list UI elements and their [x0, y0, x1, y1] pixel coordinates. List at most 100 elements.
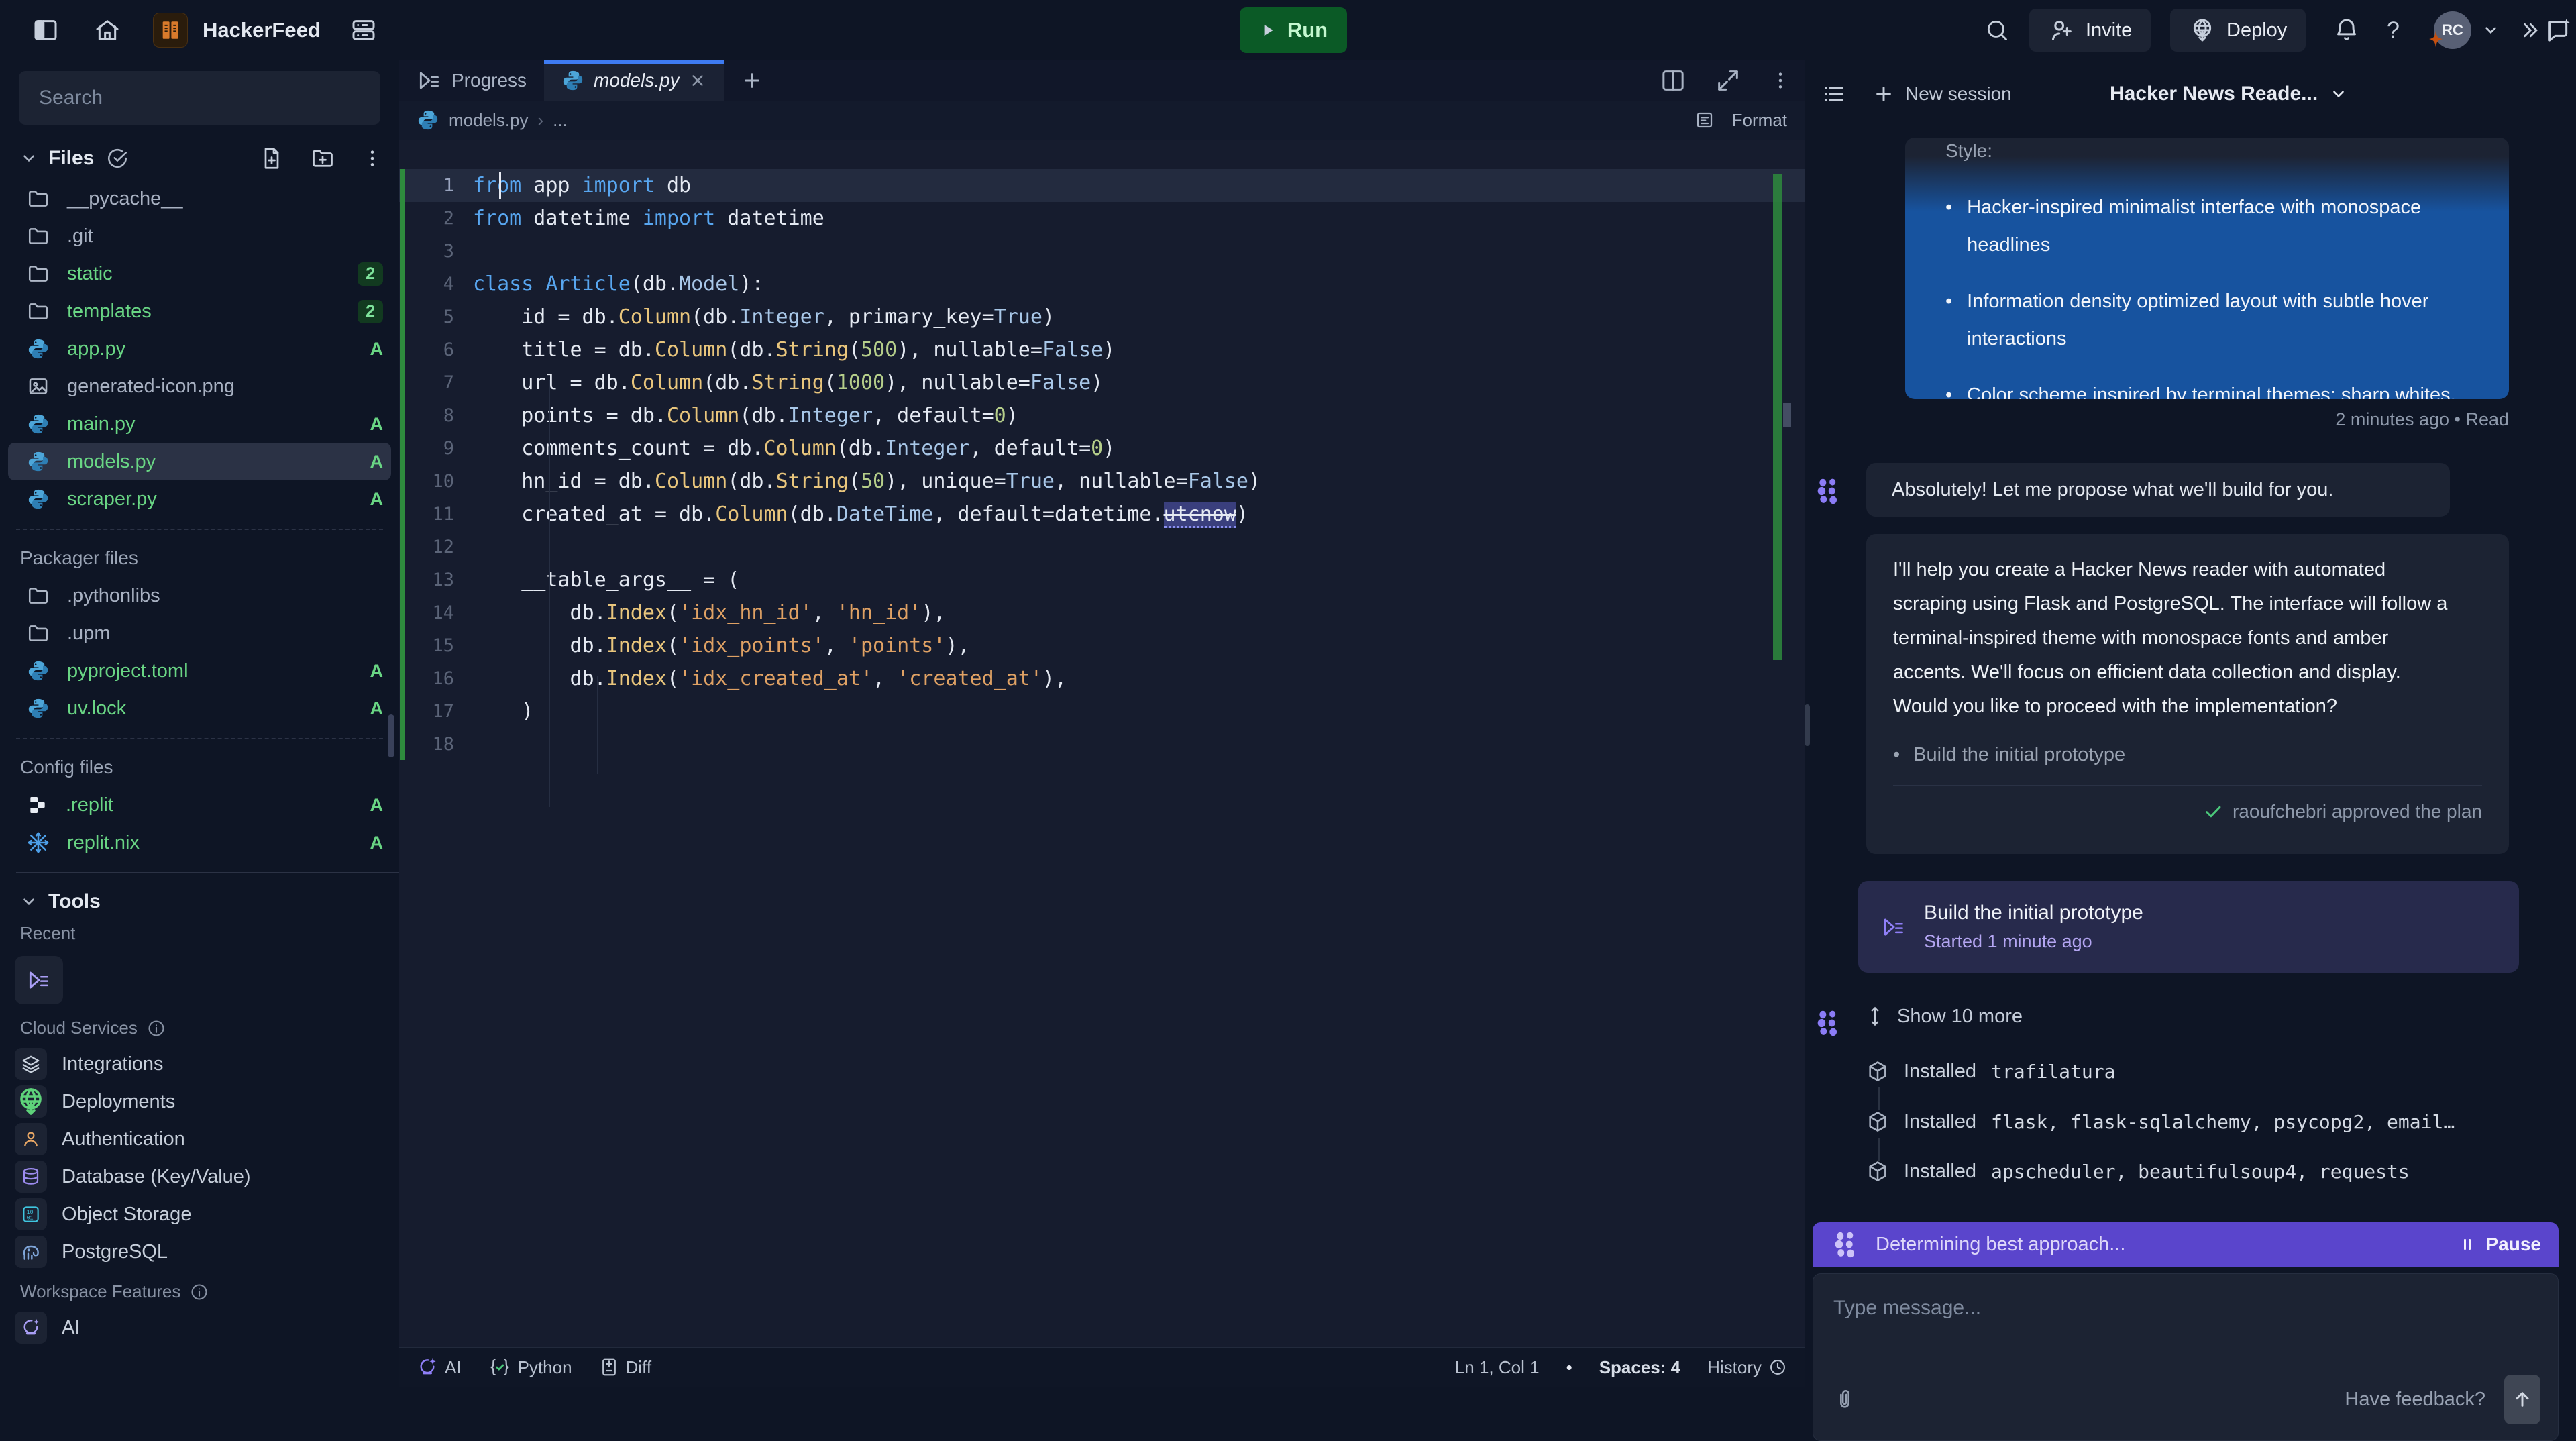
history-button[interactable]: History	[1707, 1354, 1787, 1381]
breadcrumb-more[interactable]: ...	[553, 110, 568, 131]
deploy-button[interactable]: Deploy	[2170, 9, 2306, 52]
sidebar-item-deployments[interactable]: Deployments	[0, 1083, 399, 1120]
code-line-16[interactable]: 16 db.Index('idx_created_at', 'created_a…	[399, 662, 1805, 695]
code-line-11[interactable]: 11 created_at = db.Column(db.DateTime, d…	[399, 498, 1805, 531]
invite-button[interactable]: Invite	[2029, 9, 2151, 52]
format-button[interactable]: Format	[1732, 110, 1787, 131]
sidebar-item-ai[interactable]: AI	[0, 1309, 399, 1346]
code-line-18[interactable]: 18	[399, 728, 1805, 761]
kebab-menu-icon[interactable]	[1770, 70, 1791, 91]
feedback-link[interactable]: Have feedback?	[2345, 1389, 2485, 1411]
search-icon[interactable]	[1984, 17, 2010, 44]
pause-button[interactable]: Pause	[2459, 1234, 2542, 1255]
show-more-button[interactable]: Show 10 more	[1866, 1005, 2023, 1028]
chat-input[interactable]: Type message... Have feedback?	[1813, 1273, 2559, 1441]
file-row-templates[interactable]: templates2	[0, 292, 399, 330]
collapse-panel-icon[interactable]	[2520, 20, 2540, 40]
message-meta[interactable]: 2 minutes ago • Read	[1905, 409, 2509, 430]
file-name: scraper.py	[67, 488, 157, 511]
sidebar-item-integrations[interactable]: Integrations	[0, 1045, 399, 1083]
sidebar-item-postgresql[interactable]: PostgreSQL	[0, 1233, 399, 1271]
folder-icon	[27, 300, 50, 323]
file-row-models-py[interactable]: models.pyA	[8, 443, 391, 480]
attach-paperclip-icon[interactable]	[1833, 1386, 1856, 1413]
session-title[interactable]: Hacker News Reade...	[2110, 83, 2347, 105]
code-line-3[interactable]: 3	[399, 235, 1805, 268]
file-row-scraper-py[interactable]: scraper.pyA	[0, 480, 399, 518]
search-input[interactable]: Search	[19, 71, 380, 125]
sidebar-item-database-key-value-[interactable]: Database (Key/Value)	[0, 1158, 399, 1195]
cursor-position[interactable]: Ln 1, Col 1	[1455, 1357, 1540, 1378]
breadcrumb-file[interactable]: models.py	[449, 110, 529, 131]
status-ai[interactable]: AI	[417, 1356, 462, 1378]
plus-icon[interactable]	[1873, 83, 1894, 105]
new-session-button[interactable]: New session	[1905, 83, 2012, 105]
help-icon[interactable]: ?	[2387, 17, 2400, 44]
recent-shell-tool-button[interactable]	[15, 956, 63, 1004]
code-line-17[interactable]: 17 )	[399, 695, 1805, 728]
sidebar-item-authentication[interactable]: Authentication	[0, 1120, 399, 1158]
send-button[interactable]	[2504, 1375, 2540, 1424]
code-editor[interactable]: 1from app import db2from datetime import…	[399, 140, 1805, 1347]
code-line-15[interactable]: 15 db.Index('idx_points', 'points'),	[399, 629, 1805, 662]
file-row--replit[interactable]: .replitA	[0, 786, 399, 824]
new-file-icon[interactable]	[260, 145, 284, 172]
code-line-12[interactable]: 12	[399, 531, 1805, 564]
sidebar-toggle-icon[interactable]	[32, 17, 59, 44]
status-language[interactable]: Python	[488, 1357, 572, 1378]
file-row-static[interactable]: static2	[0, 255, 399, 292]
files-section-header[interactable]: Files	[0, 137, 399, 180]
divider	[16, 529, 383, 530]
home-icon[interactable]	[94, 17, 121, 44]
sidebar-scrollbar[interactable]	[388, 714, 394, 757]
app-icon[interactable]	[153, 13, 188, 48]
code-line-14[interactable]: 14 db.Index('idx_hn_id', 'hn_id'),	[399, 596, 1805, 629]
code-line-1[interactable]: 1from app import db	[399, 169, 1805, 202]
chat-scrollbar[interactable]	[1805, 704, 1810, 746]
file-row-generated-icon-png[interactable]: generated-icon.png	[0, 368, 399, 405]
code-line-6[interactable]: 6 title = db.Column(db.String(500), null…	[399, 333, 1805, 366]
avatar[interactable]: RC	[2434, 11, 2471, 49]
code-line-9[interactable]: 9 comments_count = db.Column(db.Integer,…	[399, 432, 1805, 465]
kebab-menu-icon[interactable]	[362, 148, 383, 169]
file-row-app-py[interactable]: app.pyA	[0, 330, 399, 368]
agent-working-bar[interactable]: Determining best approach... Pause	[1813, 1222, 2559, 1267]
code-line-8[interactable]: 8 points = db.Column(db.Integer, default…	[399, 399, 1805, 432]
cloud-services-list: IntegrationsDeploymentsAuthenticationDat…	[0, 1045, 399, 1271]
chevron-down-icon[interactable]	[2482, 21, 2500, 39]
tab-progress[interactable]: Progress	[399, 60, 544, 101]
expand-icon[interactable]	[1715, 67, 1741, 94]
code-line-7[interactable]: 7 url = db.Column(db.String(1000), nulla…	[399, 366, 1805, 399]
file-row--pycache-[interactable]: __pycache__	[0, 180, 399, 217]
new-folder-icon[interactable]	[311, 145, 335, 172]
code-line-10[interactable]: 10 hn_id = db.Column(db.String(50), uniq…	[399, 465, 1805, 498]
code-line-2[interactable]: 2from datetime import datetime	[399, 202, 1805, 235]
workspace-layout-icon[interactable]	[350, 17, 377, 44]
file-row-pyproject-toml[interactable]: pyproject.tomlA	[0, 652, 399, 690]
file-row--git[interactable]: .git	[0, 217, 399, 255]
close-tab-icon[interactable]	[689, 72, 706, 89]
chat-sparkle-icon[interactable]	[2545, 17, 2572, 44]
info-icon[interactable]	[147, 1019, 166, 1038]
run-button[interactable]: Run	[1240, 7, 1347, 53]
file-row-uv-lock[interactable]: uv.lockA	[0, 690, 399, 727]
file-row--pythonlibs[interactable]: .pythonlibs	[0, 577, 399, 615]
editor-scrollbar[interactable]	[1783, 403, 1791, 427]
task-progress-card[interactable]: Build the initial prototype Started 1 mi…	[1858, 881, 2519, 973]
split-pane-icon[interactable]	[1660, 67, 1686, 94]
status-diff[interactable]: Diff	[599, 1354, 652, 1381]
new-tab-button[interactable]	[724, 60, 780, 101]
notifications-bell-icon[interactable]	[2333, 17, 2360, 44]
code-line-4[interactable]: 4class Article(db.Model):	[399, 268, 1805, 301]
spaces-setting[interactable]: Spaces: 4	[1599, 1357, 1680, 1378]
code-line-13[interactable]: 13 __table_args__ = (	[399, 564, 1805, 596]
tools-section-header[interactable]: Tools	[0, 880, 399, 923]
tab-models-py[interactable]: models.py	[544, 60, 724, 101]
file-row-main-py[interactable]: main.pyA	[0, 405, 399, 443]
file-row-replit-nix[interactable]: replit.nixA	[0, 824, 399, 861]
session-list-icon[interactable]	[1822, 82, 1846, 106]
info-icon[interactable]	[190, 1283, 209, 1301]
sidebar-item-object-storage[interactable]: 1001Object Storage	[0, 1195, 399, 1233]
file-row--upm[interactable]: .upm	[0, 615, 399, 652]
code-line-5[interactable]: 5 id = db.Column(db.Integer, primary_key…	[399, 301, 1805, 333]
